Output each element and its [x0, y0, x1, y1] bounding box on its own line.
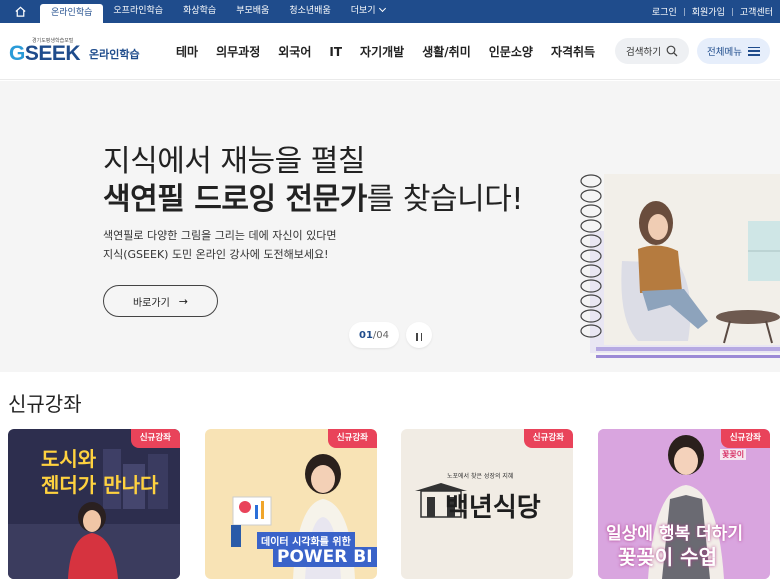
top-nav: 온라인학습 오프라인학습 화상학습 부모배움 청소년배움 더보기	[40, 0, 395, 23]
hero-title-line2: 색연필 드로잉 전문가를 찾습니다!	[103, 174, 523, 218]
pause-button[interactable]	[406, 322, 432, 348]
top-nav-online[interactable]: 온라인학습	[40, 4, 104, 23]
home-icon[interactable]	[0, 0, 40, 23]
logo-subtitle: 온라인학습	[89, 48, 140, 61]
hero-description: 색연필로 다양한 그림을 그리는 데에 자신이 있다면 지식(GSEEK) 도민…	[103, 226, 337, 264]
hero-desc-line1: 색연필로 다양한 그림을 그리는 데에 자신이 있다면	[103, 229, 337, 242]
top-nav-video[interactable]: 화상학습	[173, 0, 226, 23]
pager-total: 04	[376, 329, 390, 341]
hamburger-icon	[747, 46, 760, 56]
search-icon	[666, 45, 678, 57]
card-tag: 꽃꽂이	[720, 449, 747, 460]
top-utility-bar: 온라인학습 오프라인학습 화상학습 부모배움 청소년배움 더보기 로그인 회원가…	[0, 0, 780, 23]
main-header: 경기도평생학습포털 GSEEK 온라인학습 테마 의무과정 외국어 IT 자기개…	[0, 23, 780, 80]
nav-language[interactable]: 외국어	[278, 43, 311, 60]
all-menu-label: 전체메뉴	[707, 47, 742, 58]
card-subtitle: 노포에서 찾은 성장의 지혜	[447, 473, 514, 480]
new-badge: 신규강좌	[720, 429, 770, 448]
nav-certificate[interactable]: 자격취득	[551, 43, 595, 60]
course-card-flower-arrangement[interactable]: 꽃꽂이 일상에 행복 더하기 꽃꽂이 수업 신규강좌	[598, 429, 770, 579]
hero-banner: 지식에서 재능을 펼칠 색연필 드로잉 전문가를 찾습니다! 색연필로 다양한 …	[0, 81, 780, 372]
card-title-line2: POWER BI	[273, 547, 377, 567]
card-title: 백년식당	[445, 493, 541, 523]
all-menu-button[interactable]: 전체메뉴	[697, 38, 770, 64]
course-card-gender-city[interactable]: 도시와 젠더가 만나다 신규강좌	[8, 429, 180, 579]
slide-pager: 01/04	[349, 322, 399, 348]
nav-it[interactable]: IT	[329, 45, 342, 59]
new-badge: 신규강좌	[130, 429, 180, 448]
hero-go-button[interactable]: 바로가기 →	[103, 285, 218, 317]
top-nav-more[interactable]: 더보기	[341, 0, 395, 23]
course-card-powerbi[interactable]: 데이터 시각화를 위한 POWER BI 신규강좌	[205, 429, 377, 579]
pause-icon	[415, 326, 424, 345]
top-nav-offline[interactable]: 오프라인학습	[103, 0, 173, 23]
login-link[interactable]: 로그인	[645, 5, 684, 18]
signup-link[interactable]: 회원가입	[685, 5, 732, 18]
nav-humanities[interactable]: 인문소양	[489, 43, 533, 60]
nav-hobby[interactable]: 생활/취미	[422, 43, 471, 60]
top-nav-more-label: 더보기	[350, 6, 376, 16]
customer-center-link[interactable]: 고객센터	[733, 5, 780, 18]
new-badge: 신규강좌	[327, 429, 377, 448]
hero-go-label: 바로가기	[132, 297, 170, 309]
nav-self-dev[interactable]: 자기개발	[360, 43, 404, 60]
sketchbook-illustration	[580, 174, 780, 358]
hero-desc-line2: 지식(GSEEK) 도민 온라인 강사에 도전해보세요!	[103, 248, 329, 261]
search-button-label: 검색하기	[626, 47, 661, 58]
pager-current: 01	[358, 329, 373, 341]
hero-title-emphasis: 색연필 드로잉 전문가	[103, 182, 367, 217]
nav-mandatory[interactable]: 의무과정	[216, 43, 260, 60]
new-badge: 신규강좌	[523, 429, 573, 448]
chevron-down-icon	[378, 4, 386, 13]
new-courses-title: 신규강좌	[8, 392, 82, 416]
top-util-links: 로그인 회원가입 고객센터	[645, 0, 780, 23]
top-nav-parents[interactable]: 부모배움	[226, 0, 279, 23]
main-nav: 테마 의무과정 외국어 IT 자기개발 생활/취미 인문소양 자격취득	[176, 23, 613, 80]
logo-wordmark: GSEEK	[9, 42, 81, 65]
card-title-line2: 젠더가 만나다	[41, 473, 159, 497]
hero-title-rest: 를 찾습니다!	[366, 182, 524, 217]
card-title-line2: 꽃꽂이 수업	[618, 545, 717, 569]
arrow-right-icon: →	[178, 294, 189, 308]
nav-theme[interactable]: 테마	[176, 43, 198, 60]
gseek-logo[interactable]: 경기도평생학습포털 GSEEK 온라인학습	[9, 37, 149, 67]
top-nav-youth[interactable]: 청소년배움	[279, 0, 340, 23]
card-title-line1: 도시와	[41, 447, 97, 471]
course-card-100year-restaurant[interactable]: 노포에서 찾은 성장의 지혜 백년식당 신규강좌	[401, 429, 573, 579]
search-button[interactable]: 검색하기	[615, 38, 689, 64]
